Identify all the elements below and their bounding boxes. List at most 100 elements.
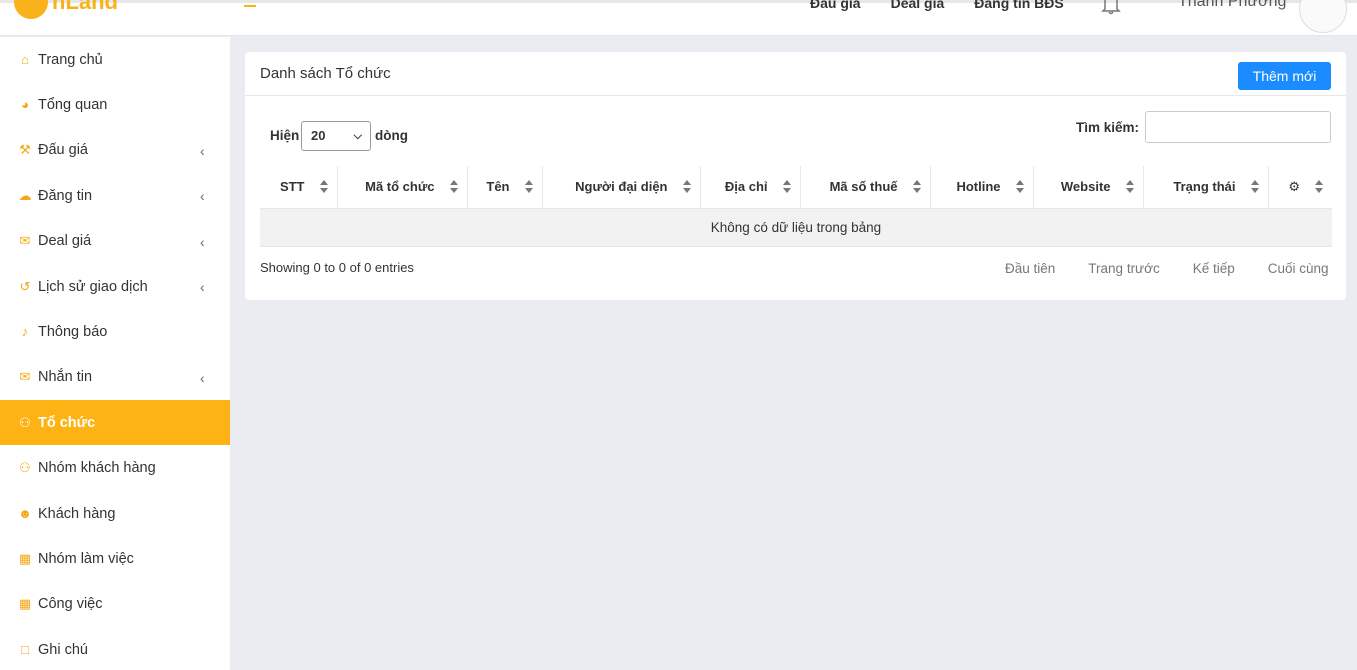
column-header-hotline[interactable]: Hotline (930, 166, 1034, 209)
sort-icon (1015, 180, 1024, 194)
sort-icon (319, 180, 328, 194)
column-header-stt[interactable]: STT (260, 166, 338, 209)
home-icon: ⌂ (21, 52, 29, 67)
sidebar-item[interactable]: ✉ Nhắn tin ‹ (0, 355, 230, 400)
sidebar-item[interactable]: ⌂ Trang chủ (0, 37, 230, 82)
page-title: Danh sách Tổ chức (260, 65, 391, 82)
column-label: STT (279, 179, 305, 195)
note-icon: □ (21, 642, 29, 658)
column-header-dia-chi[interactable]: Địa chỉ (700, 166, 801, 209)
page-length-select[interactable]: 20 ⌵ (301, 121, 371, 151)
pagination-last[interactable]: Cuối cùng (1268, 261, 1329, 276)
sidebar: ⌂ Trang chủ ◕ Tổng quan ⚒ Đấu giá ‹ ☁ Đăng tin ‹ ✉… (0, 37, 230, 670)
chevron-left-icon: ‹ (200, 369, 205, 386)
sidebar-item[interactable]: ☻ Khách hàng (0, 491, 230, 536)
avatar[interactable] (1299, 0, 1347, 33)
sidebar-item-label: Trang chủ (38, 51, 103, 68)
sort-icon (1315, 180, 1323, 194)
pagination-previous[interactable]: Trang trước (1088, 261, 1159, 276)
sidebar-item[interactable]: ▦ Công việc (0, 582, 230, 627)
length-suffix: dòng (375, 128, 408, 143)
top-nav-dau-gia[interactable]: Đấu giá (810, 0, 861, 11)
cloud-upload-icon: ☁ (18, 187, 32, 203)
sidebar-item-label: Công việc (38, 596, 103, 613)
column-header-ma-so-thue[interactable]: Mã số thuế (800, 166, 931, 209)
column-header-trang-thai[interactable]: Trạng thái (1143, 166, 1269, 209)
sidebar-item-label: Nhóm khách hàng (38, 460, 156, 477)
pagination-next[interactable]: Kế tiếp (1193, 261, 1235, 276)
sidebar-item[interactable]: ⚒ Đấu giá ‹ (0, 128, 230, 173)
sidebar-item[interactable]: ♪ Thông báo (0, 309, 230, 354)
sidebar-item-label: Nhắn tin (38, 369, 93, 386)
sort-icon (782, 180, 791, 194)
users-icon: ⚇ (19, 414, 31, 430)
column-label: Website (1060, 179, 1111, 195)
pagination: Đầu tiên Trang trước Kế tiếp Cuối cùng (1005, 261, 1329, 276)
chevron-down-icon: ⌵ (353, 130, 362, 142)
sidebar-item-label: Tổng quan (38, 96, 108, 113)
user-name[interactable]: Thanh Phương (1178, 0, 1286, 11)
envelope-icon: ✉ (19, 369, 31, 385)
sidebar-item[interactable]: □ Ghi chú (0, 627, 230, 670)
gavel-icon: ⚒ (19, 142, 31, 158)
column-label: Mã số thuế (829, 179, 898, 195)
sidebar-item-label: Khách hàng (38, 505, 116, 522)
notification-bell-icon[interactable] (1100, 0, 1122, 15)
sort-icon (524, 180, 533, 194)
sidebar-item-label: Lịch sử giao dịch (38, 278, 148, 295)
sidebar-item[interactable]: ☁ Đăng tin ‹ (0, 173, 230, 218)
top-nav-deal-gia[interactable]: Deal giá (891, 0, 945, 11)
sort-icon (1250, 180, 1259, 194)
chevron-left-icon: ‹ (200, 142, 205, 159)
sort-icon (912, 180, 921, 194)
empty-table-message: Không có dữ liệu trong bảng (260, 208, 1332, 247)
sidebar-item[interactable]: ⚇ Nhóm khách hàng (0, 446, 230, 491)
column-label: Địa chỉ (724, 179, 768, 195)
sort-icon (682, 180, 691, 194)
column-label: Trạng thái (1173, 179, 1236, 195)
sidebar-item[interactable]: ✉ Deal giá ‹ (0, 219, 230, 264)
card-header: Danh sách Tổ chức Thêm mới (245, 52, 1346, 96)
sort-icon (449, 180, 458, 194)
column-label: Hotline (956, 179, 1001, 195)
pagination-first[interactable]: Đầu tiên (1005, 261, 1055, 276)
users-icon: ⚇ (19, 460, 31, 476)
table-row: Không có dữ liệu trong bảng (260, 208, 1332, 247)
dashboard-icon: ◕ (21, 97, 29, 113)
sidebar-item[interactable]: ⚇ Tổ chức (0, 400, 230, 446)
sidebar-item[interactable]: ◕ Tổng quan (0, 82, 230, 127)
chevron-left-icon: ‹ (200, 188, 205, 205)
gear-icon: ⚙ (1288, 178, 1300, 194)
column-label: Mã tổ chức (365, 179, 435, 195)
sidebar-item[interactable]: ▦ Nhóm làm việc (0, 536, 230, 581)
page-length-value: 20 (311, 128, 326, 143)
add-new-button[interactable]: Thêm mới (1238, 62, 1331, 90)
top-nav-dang-tin[interactable]: Đăng tin BĐS (974, 0, 1063, 11)
table-header-row: STT Mã tổ chức Tên Người đại diện Địa ch… (260, 166, 1332, 209)
logo-text: nLand (52, 0, 118, 14)
sidebar-item-label: Đăng tin (38, 187, 93, 204)
organization-table: STT Mã tổ chức Tên Người đại diện Địa ch… (260, 166, 1332, 247)
organization-list-card: Danh sách Tổ chức Thêm mới Hiện 20 ⌵ dòn… (245, 52, 1346, 300)
column-header-website[interactable]: Website (1033, 166, 1144, 209)
sidebar-item-label: Deal giá (38, 233, 92, 250)
table-info: Showing 0 to 0 of 0 entries (260, 260, 414, 275)
sidebar-item-label: Tổ chức (38, 414, 96, 431)
search-input[interactable] (1145, 111, 1331, 143)
history-icon: ↺ (19, 278, 31, 294)
sidebar-item-label: Nhóm làm việc (38, 550, 134, 567)
column-label: Người đại diện (575, 179, 668, 195)
column-header-ten[interactable]: Tên (467, 166, 543, 209)
column-header-ma-to-chuc[interactable]: Mã tổ chức (337, 166, 468, 209)
search-label: Tìm kiếm: (1076, 120, 1140, 135)
envelope-icon: ✉ (19, 233, 31, 249)
column-header-settings[interactable]: ⚙ (1268, 166, 1332, 209)
sidebar-item[interactable]: ↺ Lịch sử giao dịch ‹ (0, 264, 230, 309)
logo[interactable]: nLand (14, 0, 118, 19)
column-header-nguoi-dai-dien[interactable]: Người đại diện (542, 166, 701, 209)
length-label: Hiện (270, 128, 300, 143)
menu-toggle-icon[interactable] (244, 5, 256, 7)
bell-icon: ♪ (21, 324, 29, 340)
sidebar-item-label: Thông báo (38, 323, 108, 340)
logo-mark (14, 0, 48, 19)
